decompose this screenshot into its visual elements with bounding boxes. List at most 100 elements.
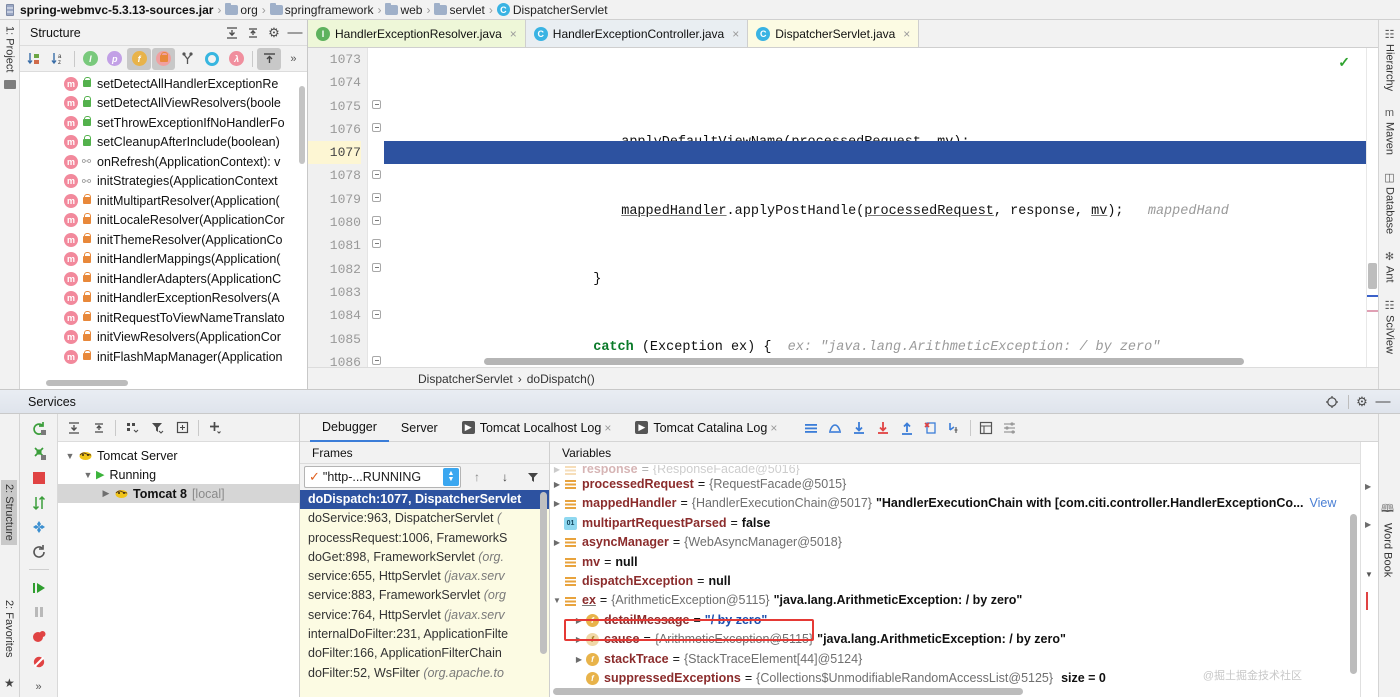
tab-dispatcher-servlet[interactable]: C DispatcherServlet.java × <box>748 20 919 47</box>
edit-configuration-icon[interactable] <box>26 517 52 538</box>
sort-alphabetically-icon[interactable]: az <box>46 48 69 70</box>
more-icon[interactable]: » <box>26 676 52 697</box>
group-by-icon[interactable] <box>120 417 144 439</box>
list-item[interactable]: 01 multipartRequestParsed = false <box>550 514 1360 533</box>
hide-icon[interactable]: — <box>1374 393 1392 411</box>
list-item[interactable]: ▶ processedRequest = {RequestFacade@5015… <box>550 475 1360 494</box>
list-item[interactable]: service:764, HttpServlet (javax.serv <box>300 606 549 625</box>
expand-all-icon[interactable] <box>223 24 241 42</box>
fold-gutter[interactable] <box>368 48 384 367</box>
add-service-icon[interactable] <box>203 417 227 439</box>
fold-marker-icon[interactable] <box>372 193 381 202</box>
breadcrumb-item-servlet[interactable]: servlet <box>434 3 484 17</box>
rerun-debug-icon[interactable] <box>26 443 52 464</box>
chevron-down-icon[interactable]: ▼ <box>62 451 78 461</box>
list-item[interactable]: dispatchException = null <box>550 572 1360 591</box>
structure-horizontal-scrollbar[interactable] <box>46 380 128 386</box>
show-properties-icon[interactable]: p <box>103 48 126 70</box>
list-item[interactable]: m initMultipartResolver(Application( <box>20 191 307 211</box>
list-item[interactable]: m initHandlerExceptionResolvers(A <box>20 289 307 309</box>
mute-breakpoints-icon[interactable] <box>26 652 52 673</box>
list-item[interactable]: mv = null <box>550 553 1360 572</box>
list-item[interactable]: m initFlashMapManager(Application <box>20 347 307 367</box>
stripe-marker-pink[interactable] <box>1367 310 1378 312</box>
gear-icon[interactable]: ⚙ <box>265 24 283 42</box>
collapse-all-icon[interactable] <box>87 417 111 439</box>
list-item[interactable]: doFilter:52, WsFilter (org.apache.to <box>300 664 549 683</box>
previous-frame-icon[interactable]: ↑ <box>465 466 489 488</box>
tab-handler-exception-resolver[interactable]: I HandlerExceptionResolver.java × <box>308 20 526 47</box>
chevron-right-icon[interactable]: ▶ <box>572 650 586 669</box>
stop-icon[interactable] <box>26 467 52 488</box>
run-to-cursor-icon[interactable] <box>943 417 967 439</box>
chevron-right-icon[interactable]: ▶ <box>98 488 114 499</box>
chevron-right-icon[interactable]: ▶ <box>572 630 586 649</box>
close-icon[interactable]: × <box>604 421 611 435</box>
toolwindow-ant[interactable]: ✻ Ant <box>1384 250 1396 283</box>
list-item[interactable]: m ⚯ onRefresh(ApplicationContext): v <box>20 152 307 172</box>
chevron-right-icon[interactable]: ▶ <box>1365 482 1371 491</box>
force-step-into-icon[interactable] <box>871 417 895 439</box>
spinner-icon[interactable]: ▲▼ <box>443 468 459 486</box>
frames-scrollbar[interactable] <box>540 492 547 654</box>
filter-icon[interactable] <box>145 417 169 439</box>
variables-horizontal-scrollbar[interactable] <box>553 688 1023 695</box>
structure-vertical-scrollbar[interactable] <box>299 86 305 164</box>
next-frame-icon[interactable]: ↓ <box>493 466 517 488</box>
tab-handler-exception-controller[interactable]: C HandlerExceptionController.java × <box>526 20 748 47</box>
list-item[interactable]: doGet:898, FrameworkServlet (org. <box>300 548 549 567</box>
fold-marker-icon[interactable] <box>372 216 381 225</box>
toolwindow-hierarchy[interactable]: ☷ Hierarchy <box>1384 28 1396 91</box>
list-item-detail-message[interactable]: ▶ f detailMessage = "/ by zero" <box>550 611 1360 630</box>
update-running-application-icon[interactable] <box>26 492 52 513</box>
fold-marker-icon[interactable] <box>372 123 381 132</box>
fold-marker-icon[interactable] <box>372 310 381 319</box>
tab-tomcat-catalina-log[interactable]: ▶ Tomcat Catalina Log × <box>623 414 789 442</box>
stripe-marker-blue[interactable] <box>1367 295 1378 297</box>
toolwindow-project[interactable]: 1: Project <box>4 26 16 72</box>
services-tree[interactable]: ▼ Tomcat Server ▼ ▶ Running ▶ <box>58 442 299 697</box>
chevron-down-icon[interactable]: ▼ <box>1365 570 1373 579</box>
list-item[interactable]: ▼ ex = {ArithmeticException@5115} "java.… <box>550 591 1360 610</box>
list-item[interactable]: m setThrowExceptionIfNoHandlerFo <box>20 113 307 133</box>
breadcrumb-item-springframework[interactable]: springframework <box>270 3 374 17</box>
variables-tree[interactable]: ▶ response = {ResponseFacade@5016} ▶ <box>550 464 1360 697</box>
list-item[interactable]: service:883, FrameworkServlet (org <box>300 586 549 605</box>
collapse-all-icon[interactable] <box>244 24 262 42</box>
close-icon[interactable]: × <box>770 421 777 435</box>
fold-marker-icon[interactable] <box>372 356 381 365</box>
structure-tree[interactable]: m setDetectAllHandlerExceptionRe m setDe… <box>20 72 307 389</box>
step-into-icon[interactable] <box>847 417 871 439</box>
editor-horizontal-scrollbar[interactable] <box>484 358 1244 365</box>
toolwindow-sciview[interactable]: ☷ SciView <box>1384 299 1396 354</box>
chevron-right-icon[interactable]: ▶ <box>572 611 586 630</box>
drop-frame-icon[interactable] <box>919 417 943 439</box>
fold-marker-icon[interactable] <box>372 170 381 179</box>
list-item[interactable]: m setDetectAllViewResolvers(boole <box>20 94 307 114</box>
code-text[interactable]: applyDefaultViewName(processedRequest, m… <box>384 48 1366 367</box>
show-anonymous-classes-icon[interactable] <box>176 48 199 70</box>
close-icon[interactable]: × <box>903 27 910 41</box>
chevron-right-icon[interactable]: ▶ <box>550 494 564 513</box>
list-item[interactable]: doService:963, DispatcherServlet ( <box>300 509 549 528</box>
gear-icon[interactable]: ⚙ <box>1353 393 1371 411</box>
view-breakpoints-icon[interactable] <box>26 627 52 648</box>
list-item[interactable]: m initLocaleResolver(ApplicationCor <box>20 211 307 231</box>
list-item[interactable]: service:655, HttpServlet (javax.serv <box>300 567 549 586</box>
fold-marker-icon[interactable] <box>372 263 381 272</box>
step-over-icon[interactable] <box>823 417 847 439</box>
breadcrumb-class[interactable]: DispatcherServlet <box>418 372 513 386</box>
show-interfaces-icon[interactable] <box>201 48 224 70</box>
tab-tomcat-localhost-log[interactable]: ▶ Tomcat Localhost Log × <box>450 414 624 442</box>
sort-by-visibility-icon[interactable] <box>22 48 45 70</box>
close-icon[interactable]: × <box>510 27 517 41</box>
show-non-public-icon[interactable] <box>152 48 175 70</box>
pause-program-icon[interactable] <box>26 602 52 623</box>
expand-all-icon[interactable] <box>62 417 86 439</box>
toolwindow-word-book[interactable]: 🕮 Word Book <box>1381 500 1394 577</box>
list-item[interactable]: m setCleanupAfterInclude(boolean) <box>20 133 307 153</box>
list-item[interactable]: internalDoFilter:231, ApplicationFilte <box>300 625 549 644</box>
close-icon[interactable]: × <box>732 27 739 41</box>
filter-frames-icon[interactable] <box>521 466 545 488</box>
list-item[interactable]: doFilter:166, ApplicationFilterChain <box>300 644 549 663</box>
